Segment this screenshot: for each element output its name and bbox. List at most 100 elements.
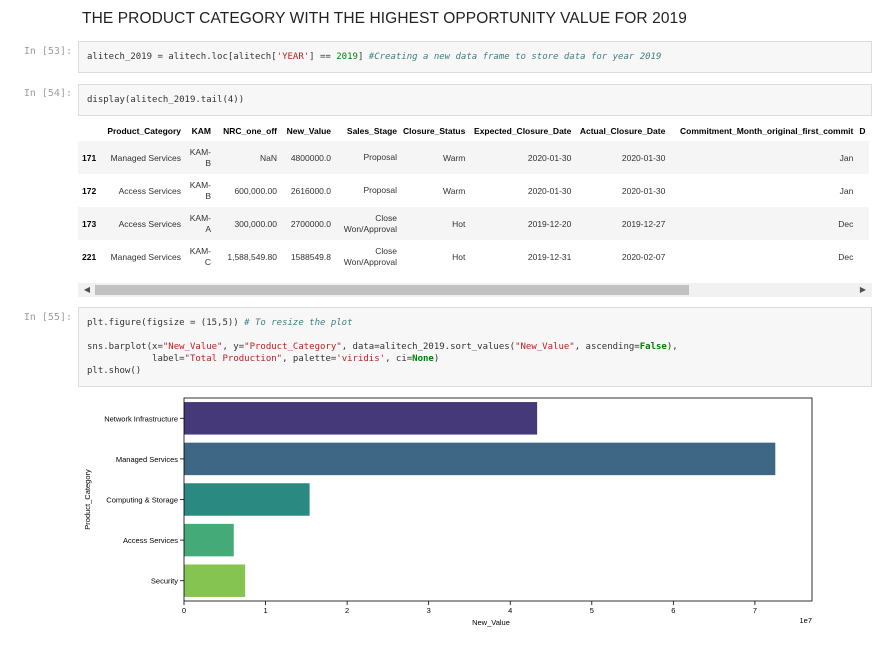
table-cell: Jan [839,152,854,163]
table-cell: 2616000.0 [290,185,331,196]
cell-prompt-53: In [53]: [23,46,72,57]
code-text: label= [87,354,185,364]
code-keyword: False [639,342,667,352]
table-cell: 1,588,549.80 [227,251,277,262]
row-index: 173 [82,218,97,229]
horizontal-scrollbar[interactable]: ◀ ▶ [78,283,872,297]
table-cell: Access Services [118,218,181,229]
column-header: Sales_Stage [346,126,397,136]
scrollbar-thumb[interactable] [95,285,689,295]
code-cell-53[interactable]: alitech_2019 = alitech.loc[alitech['YEAR… [78,41,872,73]
y-axis-label: Product_Category [83,469,92,530]
table-cell: Warm [443,185,466,196]
table-cell: 2020-01-30 [621,152,666,163]
code-text: alitech_2019 = alitech.loc[alitech[ [87,52,277,62]
x-tick-label: 3 [427,606,431,615]
table-cell: 2019-12-27 [621,218,666,229]
table-cell: Hot [452,218,466,229]
table-cell [856,207,868,240]
cell-prompt-54: In [54]: [23,88,72,99]
column-header: Actual_Closure_Date [579,126,666,136]
table-cell: Access Services [118,185,181,196]
code-cell-55[interactable]: plt.figure(figsize = (15,5)) # To resize… [78,307,872,387]
column-header: New_Value [286,126,331,136]
table-row: 171 Managed Services KAM-B NaN 4800000.0… [78,141,869,174]
table-cell: 300,000.00 [234,218,277,229]
code-text: ] == [309,52,337,62]
code-text: , palette= [282,354,337,364]
arrow-left-icon[interactable]: ◀ [80,283,94,297]
table-cell: Managed Services [110,152,181,163]
index-header [78,121,102,141]
code-line: plt.figure(figsize = (15,5)) # To resize… [87,317,863,329]
code-string: 'YEAR' [276,52,310,62]
table-header-row: Product_Category KAM NRC_one_off New_Val… [78,121,869,141]
bar [184,402,538,435]
table-cell: Dec [838,218,854,229]
table-cell: KAM-C [189,245,211,267]
table-cell: 1588549.8 [290,251,331,262]
bar [184,442,776,476]
cell-prompt-55: In [55]: [23,312,72,323]
x-tick-label: 4 [508,606,512,615]
bar-chart: Network Infrastructure Managed Services Co… [83,397,813,627]
x-tick-label: 7 [753,606,757,615]
code-text: sns.barplot(x= [87,342,163,352]
code-cell-54[interactable]: display(alitech_2019.tail(4)) [78,84,872,116]
table-cell: Warm [443,152,466,163]
code-text: , data=alitech_2019.sort_values( [341,342,516,352]
code-number: 2019 [336,52,358,62]
x-tick-label: 0 [182,606,186,615]
table-cell: 2019-12-20 [527,218,572,229]
table-cell [856,174,868,207]
table-row: 221 Managed Services KAM-C 1,588,549.80 … [78,240,869,273]
code-string: "Product_Category" [244,342,342,352]
table-row: 173 Access Services KAM-A 300,000.00 270… [78,207,869,240]
code-keyword: None [412,354,434,364]
y-tick-label: Security [151,577,178,586]
table-cell: 600,000.00 [234,185,277,196]
table-cell: 2020-01-30 [621,185,666,196]
code-text: ), [666,342,678,352]
table-cell: NaN [259,152,277,163]
code-string: "New_Value" [162,342,223,352]
table-cell: 2020-01-30 [527,185,572,196]
table-cell: Dec [838,251,854,262]
table-cell: 2020-02-07 [621,251,666,262]
code-text: , y= [222,342,245,352]
code-text: , ci= [385,354,413,364]
code-line: plt.show() [87,365,863,377]
table-cell: 2020-01-30 [527,152,572,163]
bar [184,564,246,597]
table-cell: Jan [839,185,854,196]
column-header: D [859,126,866,136]
x-offset-text: 1e7 [799,616,812,625]
table-cell: Hot [452,251,466,262]
table-cell: 4800000.0 [290,152,331,163]
code-string: 'viridis' [336,354,386,364]
code-text: , ascending= [574,342,640,352]
column-header: Expected_Closure_Date [474,126,572,136]
table-cell: Managed Services [110,251,181,262]
code-text: plt.figure(figsize = (15,5)) [87,318,245,328]
section-heading: THE PRODUCT CATEGORY WITH THE HIGHEST OP… [82,10,687,27]
barplot-output: Network Infrastructure Managed Services Co… [78,390,872,640]
table-cell [856,240,868,273]
dataframe-output: Product_Category KAM NRC_one_off New_Val… [78,121,872,275]
arrow-right-icon[interactable]: ▶ [856,283,870,297]
row-index: 171 [82,152,97,163]
table-cell: KAM-B [189,146,211,168]
table-cell: 2700000.0 [290,218,331,229]
table-cell: KAM-B [189,179,211,201]
row-index: 172 [82,185,97,196]
column-header: Product_Category [107,126,181,136]
bar [184,483,310,516]
y-tick-label: Computing & Storage [106,496,178,505]
table-cell: 2019-12-31 [527,251,572,262]
table-cell: Close Won/Approval [343,245,397,267]
column-header: Commitment_Month_original_first_commit [680,126,854,136]
code-string: "Total Production" [184,354,283,364]
table-cell [856,141,868,174]
table-cell: Proposal [363,152,397,162]
